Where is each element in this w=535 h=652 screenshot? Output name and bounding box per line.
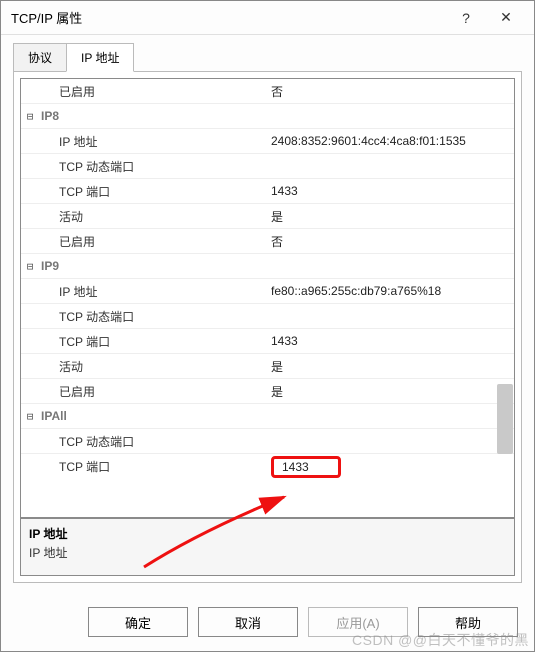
tab-ip-addresses[interactable]: IP 地址 — [66, 43, 134, 72]
property-row[interactable]: TCP 端口 1433 — [21, 454, 514, 479]
prop-label: 已启用 — [57, 233, 267, 250]
prop-value: 否 — [267, 233, 514, 250]
close-icon[interactable]: ✕ — [486, 3, 526, 33]
prop-value: fe80::a965:255c:db79:a765%18 — [267, 284, 514, 298]
description-body: IP 地址 — [29, 544, 506, 561]
category-ip8[interactable]: ⊟ IP8 — [21, 104, 514, 129]
property-row[interactable]: TCP 端口 1433 — [21, 179, 514, 204]
property-row[interactable]: TCP 端口 1433 — [21, 329, 514, 354]
prop-label: IP 地址 — [57, 283, 267, 300]
highlighted-value: 1433 — [271, 456, 341, 478]
description-title: IP 地址 — [29, 525, 506, 542]
property-row[interactable]: TCP 动态端口 — [21, 429, 514, 454]
prop-value: 1433 — [267, 334, 514, 348]
tab-panel: 已启用 否 ⊟ IP8 IP 地址 2408:8352:9601:4cc4:4c… — [13, 71, 522, 583]
prop-label: 活动 — [57, 358, 267, 375]
property-row[interactable]: TCP 动态端口 — [21, 154, 514, 179]
prop-label: TCP 动态端口 — [57, 158, 267, 175]
property-row[interactable]: 已启用 是 — [21, 379, 514, 404]
titlebar: TCP/IP 属性 ? ✕ — [1, 1, 534, 35]
property-row[interactable]: 活动 是 — [21, 204, 514, 229]
help-icon[interactable]: ? — [446, 3, 486, 33]
ok-button[interactable]: 确定 — [88, 607, 188, 637]
prop-value: 是 — [267, 208, 514, 225]
category-label: IP8 — [39, 109, 249, 123]
button-bar: 确定 取消 应用(A) 帮助 — [1, 595, 534, 651]
description-panel: IP 地址 IP 地址 — [20, 518, 515, 576]
property-row[interactable]: TCP 动态端口 — [21, 304, 514, 329]
prop-value: 1433 — [267, 456, 514, 478]
prop-label: TCP 动态端口 — [57, 308, 267, 325]
prop-label: 活动 — [57, 208, 267, 225]
window-title: TCP/IP 属性 — [11, 8, 446, 27]
apply-button[interactable]: 应用(A) — [308, 607, 408, 637]
tab-strip: 协议 IP 地址 — [13, 43, 522, 71]
prop-value: 否 — [267, 83, 514, 100]
prop-label: 已启用 — [57, 83, 267, 100]
prop-value: 是 — [267, 383, 514, 400]
content-area: 协议 IP 地址 已启用 否 ⊟ IP8 IP — [1, 35, 534, 595]
prop-value: 是 — [267, 358, 514, 375]
prop-label: 已启用 — [57, 383, 267, 400]
tab-protocol[interactable]: 协议 — [13, 43, 67, 71]
cancel-button[interactable]: 取消 — [198, 607, 298, 637]
prop-label: TCP 动态端口 — [57, 433, 267, 450]
category-label: IP9 — [39, 259, 249, 273]
prop-value: 2408:8352:9601:4cc4:4ca8:f01:1535 — [267, 134, 514, 148]
collapse-icon[interactable]: ⊟ — [21, 410, 39, 423]
category-ipall[interactable]: ⊟ IPAll — [21, 404, 514, 429]
property-row[interactable]: 已启用 否 — [21, 79, 514, 104]
scrollbar-thumb[interactable] — [497, 384, 513, 454]
category-label: IPAll — [39, 409, 249, 423]
prop-label: TCP 端口 — [57, 458, 267, 475]
property-grid: 已启用 否 ⊟ IP8 IP 地址 2408:8352:9601:4cc4:4c… — [20, 78, 515, 518]
help-button[interactable]: 帮助 — [418, 607, 518, 637]
category-ip9[interactable]: ⊟ IP9 — [21, 254, 514, 279]
prop-label: TCP 端口 — [57, 183, 267, 200]
property-row[interactable]: 活动 是 — [21, 354, 514, 379]
prop-value: 1433 — [267, 184, 514, 198]
property-row[interactable]: 已启用 否 — [21, 229, 514, 254]
collapse-icon[interactable]: ⊟ — [21, 260, 39, 273]
prop-label: IP 地址 — [57, 133, 267, 150]
property-row[interactable]: IP 地址 2408:8352:9601:4cc4:4ca8:f01:1535 — [21, 129, 514, 154]
collapse-icon[interactable]: ⊟ — [21, 110, 39, 123]
prop-label: TCP 端口 — [57, 333, 267, 350]
properties-window: TCP/IP 属性 ? ✕ 协议 IP 地址 已启用 否 ⊟ IP8 — [0, 0, 535, 652]
property-row[interactable]: IP 地址 fe80::a965:255c:db79:a765%18 — [21, 279, 514, 304]
grid-body: 已启用 否 ⊟ IP8 IP 地址 2408:8352:9601:4cc4:4c… — [21, 79, 514, 517]
